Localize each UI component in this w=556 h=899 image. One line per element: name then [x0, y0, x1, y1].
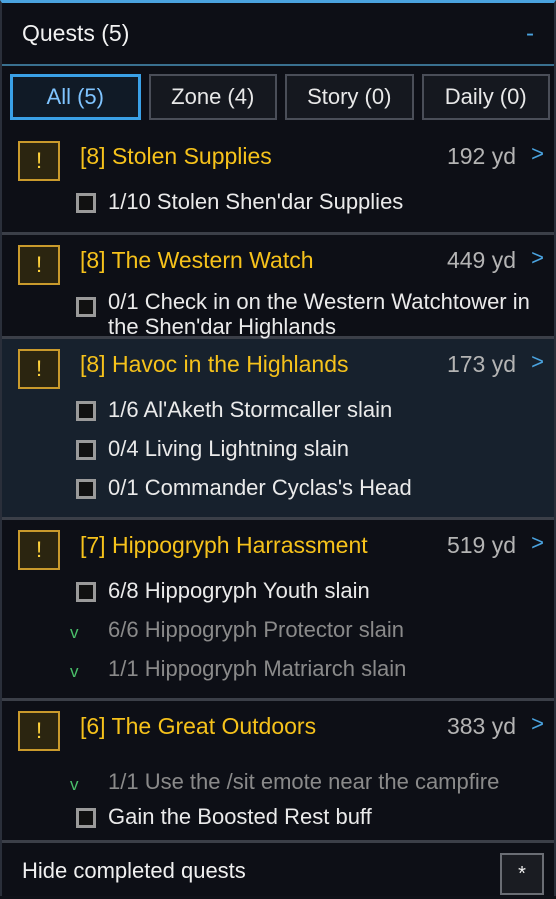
quest-header[interactable]: ! [8] The Western Watch 449 yd > — [2, 235, 554, 287]
objective-text: 1/10 Stolen Shen'dar Supplies — [108, 189, 404, 214]
quest-item: ! [7] Hippogryph Harrassment 519 yd > 6/… — [2, 520, 554, 701]
checkbox-icon — [76, 440, 96, 460]
hide-completed-label: Hide completed quests — [22, 858, 246, 883]
chevron-right-icon[interactable]: > — [531, 711, 544, 737]
quest-title[interactable]: [8] Havoc in the Highlands — [80, 351, 349, 378]
objective-text: 0/4 Living Lightning slain — [108, 436, 349, 461]
quest-distance: 449 yd — [446, 247, 516, 273]
quest-objective: 0/1 Commander Cyclas's Head — [2, 469, 554, 508]
tab-zone[interactable]: Zone (4) — [148, 74, 277, 120]
quest-exclamation-icon: ! — [18, 530, 60, 570]
checkbox-icon — [76, 193, 96, 213]
quest-objective-complete: v 6/6 Hippogryph Protector slain — [2, 611, 554, 650]
chevron-right-icon[interactable]: > — [531, 530, 544, 556]
quest-distance: 173 yd — [446, 351, 516, 377]
checkmark-icon: v — [70, 623, 79, 642]
quest-item: ! [8] The Western Watch 449 yd > 0/1 Che… — [2, 235, 554, 339]
quest-list: ! [8] Stolen Supplies 192 yd > 1/10 Stol… — [2, 131, 554, 843]
tab-story[interactable]: Story (0) — [285, 74, 414, 120]
quest-title[interactable]: [8] Stolen Supplies — [80, 143, 272, 170]
quest-title[interactable]: [8] The Western Watch — [80, 247, 314, 274]
quest-tracker-footer: Hide completed quests * — [2, 843, 554, 899]
quest-objective-complete: v 1/1 Hippogryph Matriarch slain — [2, 650, 554, 689]
quest-title[interactable]: [6] The Great Outdoors — [80, 713, 316, 740]
collapse-button[interactable]: - — [526, 20, 534, 48]
objective-text: 1/1 Use the /sit emote near the campfire — [108, 769, 500, 794]
quest-tracker-title: Quests (5) — [22, 20, 130, 46]
quest-tracker-header: Quests (5) - — [2, 3, 554, 66]
quest-tracker-panel: Quests (5) - All (5) Zone (4) Story (0) … — [0, 0, 556, 896]
chevron-right-icon[interactable]: > — [531, 245, 544, 271]
chevron-right-icon[interactable]: > — [531, 141, 544, 167]
quest-item: ! [6] The Great Outdoors 383 yd > v 1/1 … — [2, 701, 554, 843]
filter-tabs: All (5) Zone (4) Story (0) Daily (0) — [10, 74, 550, 122]
objective-text: Gain the Boosted Rest buff — [108, 804, 372, 829]
objective-text: 1/1 Hippogryph Matriarch slain — [108, 656, 407, 681]
checkmark-icon: v — [70, 775, 79, 794]
objective-text: 0/1 Commander Cyclas's Head — [108, 475, 412, 500]
quest-header[interactable]: ! [8] Stolen Supplies 192 yd > — [2, 131, 554, 183]
checkbox-icon — [76, 401, 96, 421]
objective-text: 6/6 Hippogryph Protector slain — [108, 617, 404, 642]
chevron-right-icon[interactable]: > — [531, 349, 544, 375]
objective-text: 0/1 Check in on the Western Watchtower i… — [108, 289, 530, 339]
quest-exclamation-icon: ! — [18, 141, 60, 181]
quest-objective: 6/8 Hippogryph Youth slain — [2, 572, 554, 611]
tab-all[interactable]: All (5) — [10, 74, 141, 120]
quest-exclamation-icon: ! — [18, 711, 60, 751]
quest-header[interactable]: ! [8] Havoc in the Highlands 173 yd > — [2, 339, 554, 391]
checkbox-icon — [76, 479, 96, 499]
quest-objective: 0/4 Living Lightning slain — [2, 430, 554, 469]
quest-exclamation-icon: ! — [18, 349, 60, 389]
quest-objective: 1/6 Al'Aketh Stormcaller slain — [2, 391, 554, 430]
quest-distance: 383 yd — [446, 713, 516, 739]
quest-header[interactable]: ! [6] The Great Outdoors 383 yd > — [2, 701, 554, 753]
quest-objective: 1/10 Stolen Shen'dar Supplies — [2, 183, 554, 222]
tab-daily[interactable]: Daily (0) — [421, 74, 550, 120]
quest-item: ! [8] Havoc in the Highlands 173 yd > 1/… — [2, 339, 554, 520]
objective-text: 6/8 Hippogryph Youth slain — [108, 578, 370, 603]
quest-objective: 0/1 Check in on the Western Watchtower i… — [2, 287, 554, 343]
hide-completed-toggle[interactable]: * — [500, 853, 544, 895]
quest-title[interactable]: [7] Hippogryph Harrassment — [80, 532, 368, 559]
quest-distance: 192 yd — [446, 143, 516, 169]
checkbox-icon — [76, 297, 96, 317]
quest-objective: Gain the Boosted Rest buff — [2, 798, 554, 837]
quest-exclamation-icon: ! — [18, 245, 60, 285]
quest-objective-complete: v 1/1 Use the /sit emote near the campfi… — [2, 753, 554, 798]
objective-text: 1/6 Al'Aketh Stormcaller slain — [108, 397, 393, 422]
quest-header[interactable]: ! [7] Hippogryph Harrassment 519 yd > — [2, 520, 554, 572]
quest-distance: 519 yd — [446, 532, 516, 558]
quest-item: ! [8] Stolen Supplies 192 yd > 1/10 Stol… — [2, 131, 554, 235]
checkbox-icon — [76, 808, 96, 828]
checkmark-icon: v — [70, 662, 79, 681]
checkbox-icon — [76, 582, 96, 602]
